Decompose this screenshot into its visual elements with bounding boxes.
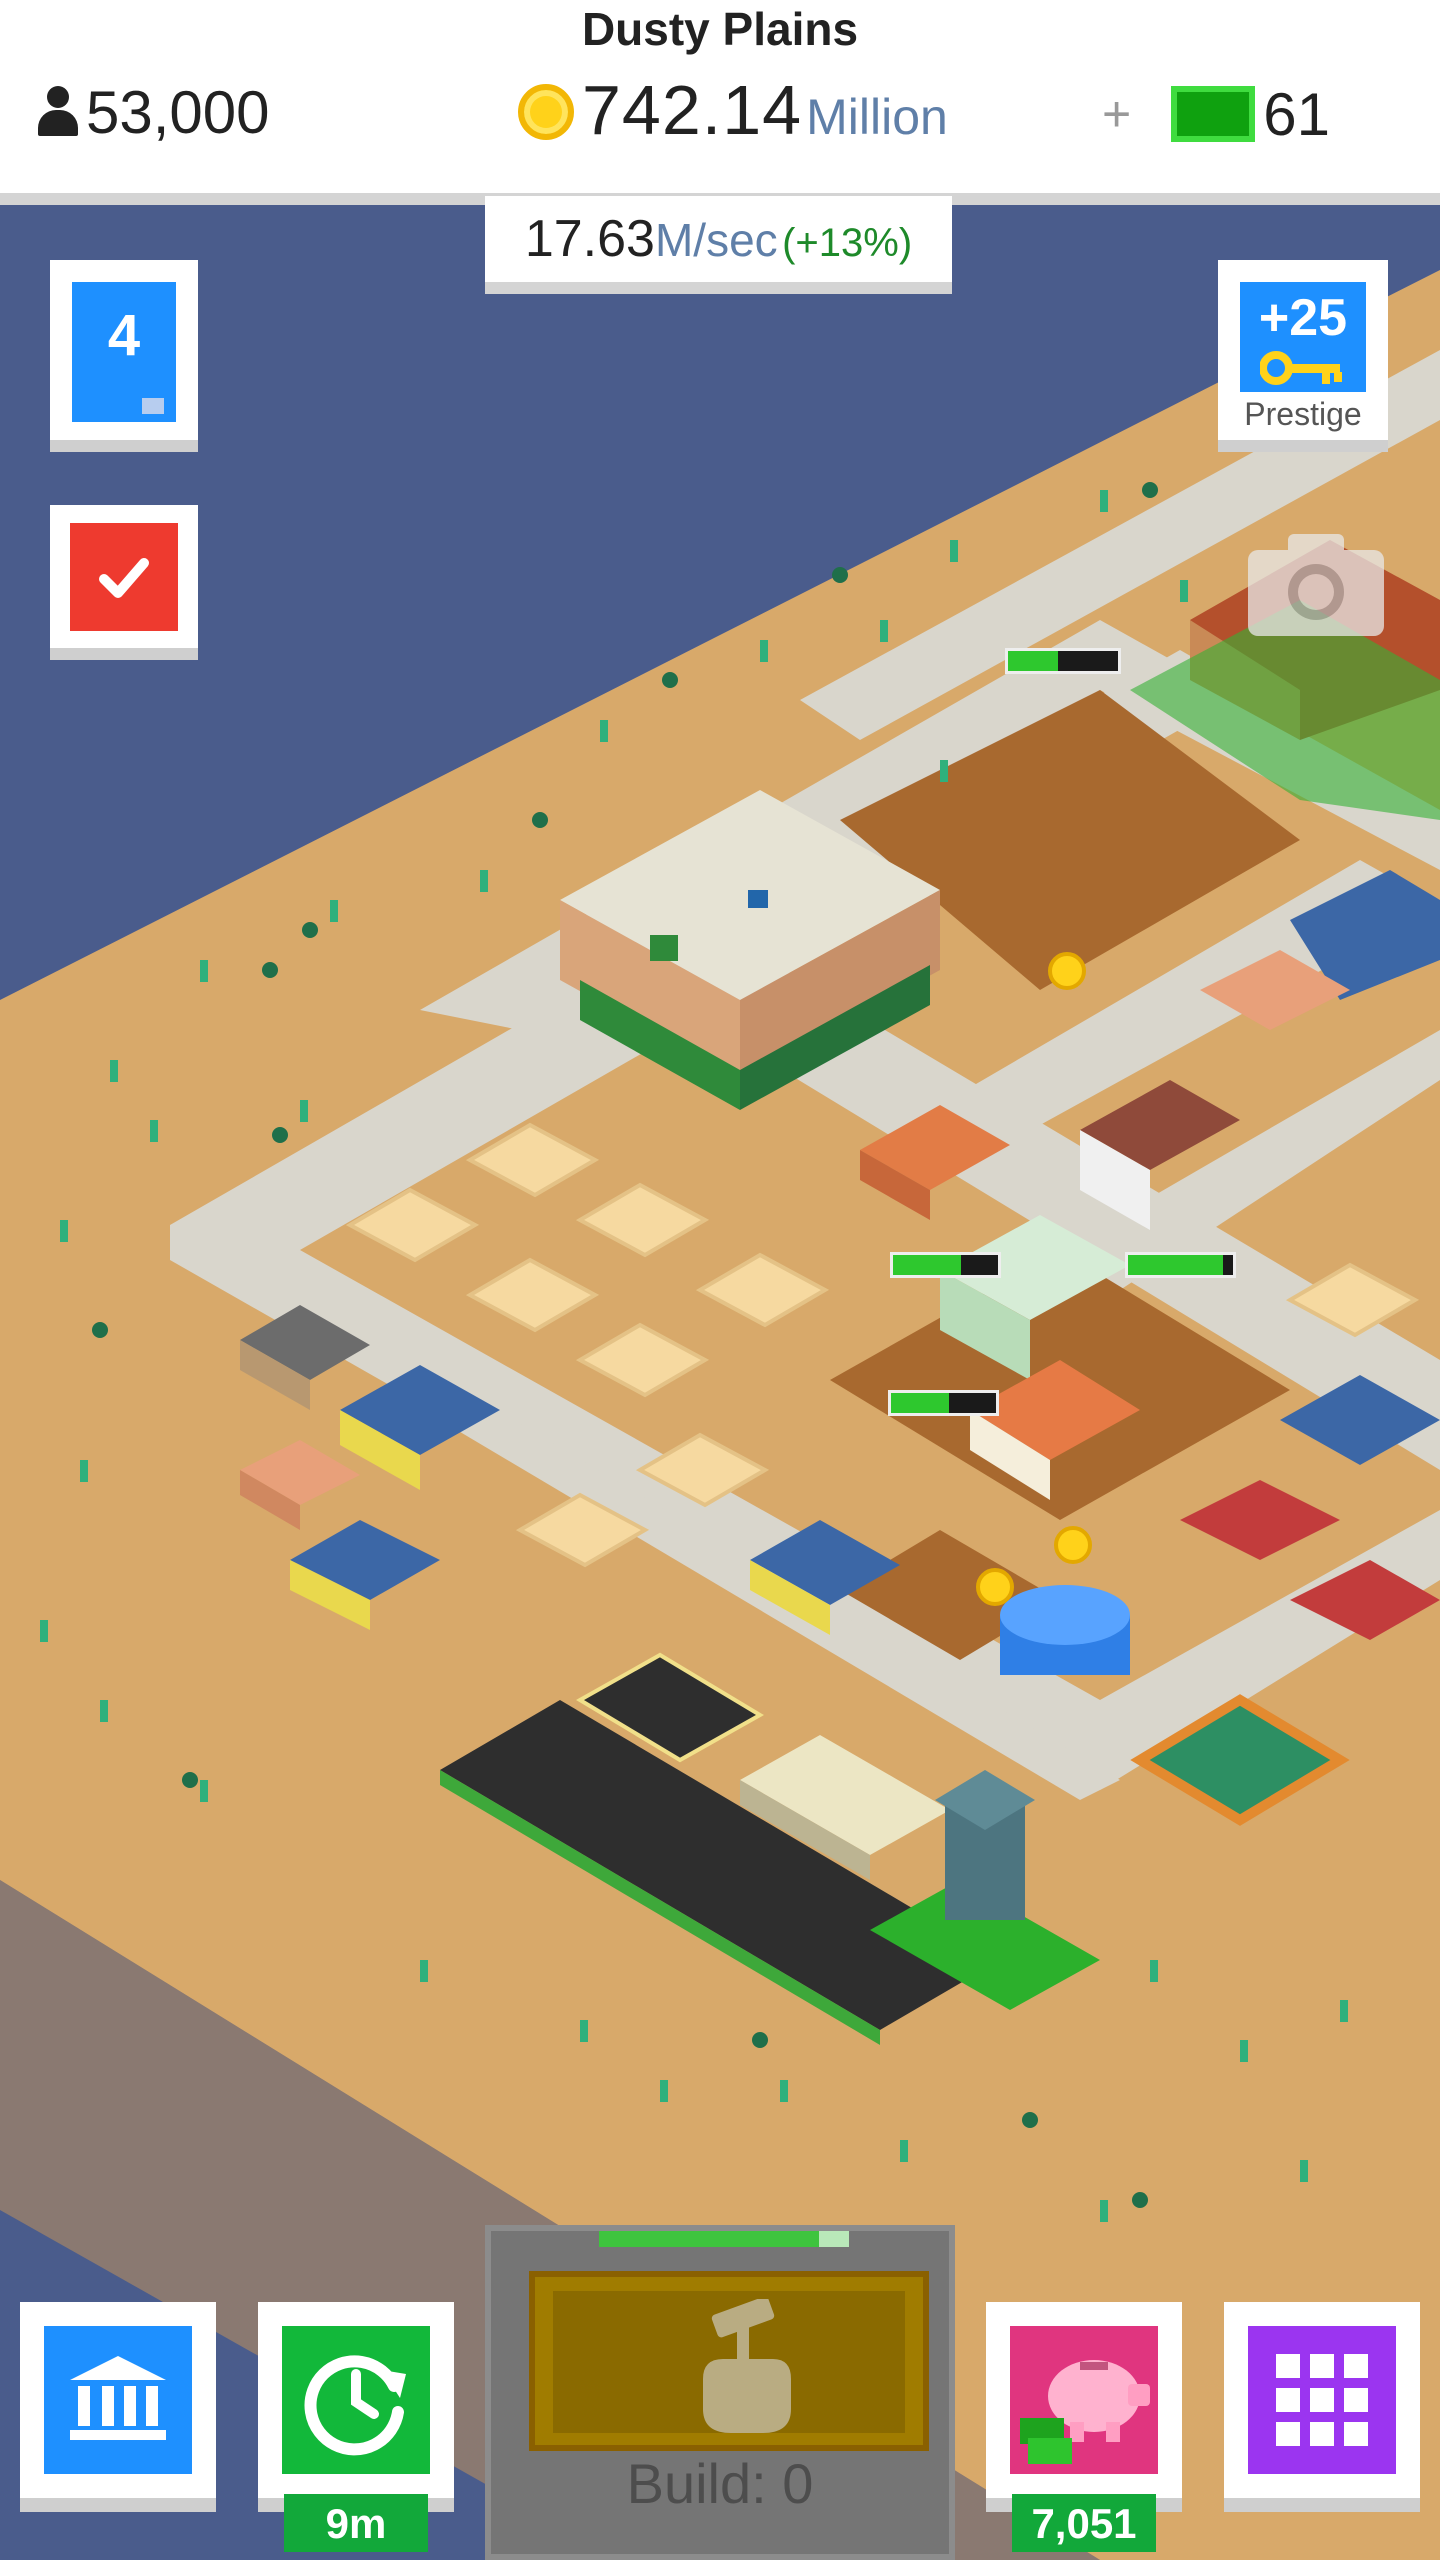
boost-badge bbox=[282, 2326, 430, 2474]
collect-coin[interactable] bbox=[1048, 952, 1086, 990]
rate-unit: M/sec bbox=[654, 214, 778, 266]
tasks-badge bbox=[70, 523, 178, 631]
top-bar: Dusty Plains 53,000 742.14 Million + 61 bbox=[0, 0, 1440, 205]
piggy-bank-button[interactable] bbox=[986, 2302, 1182, 2512]
prestige-label: Prestige bbox=[1244, 396, 1362, 432]
level-progress-fill bbox=[84, 398, 142, 414]
boost-timer: 9m bbox=[284, 2494, 428, 2552]
time-boost-button[interactable] bbox=[258, 2302, 454, 2512]
piggy-bank-icon bbox=[1020, 2360, 1150, 2464]
level-value: 4 bbox=[107, 303, 141, 368]
money-value: 742.14 bbox=[582, 71, 803, 149]
income-rate: 17.63M/sec (+13%) bbox=[485, 196, 952, 294]
grid-menu-icon bbox=[1276, 2354, 1368, 2446]
bank-icon bbox=[70, 2356, 166, 2440]
building-progress-bar bbox=[890, 1252, 1001, 1278]
menu-button[interactable] bbox=[1224, 2302, 1420, 2512]
bank-button[interactable] bbox=[20, 2302, 216, 2512]
building-progress-fill bbox=[893, 1255, 962, 1275]
build-progress-fill bbox=[599, 2231, 819, 2247]
building-progress-fill bbox=[1008, 651, 1058, 671]
add-gems-icon[interactable]: + bbox=[1102, 85, 1131, 143]
collect-coin[interactable] bbox=[1054, 1526, 1092, 1564]
prestige-badge: +25 bbox=[1240, 282, 1366, 392]
building-progress-fill bbox=[1128, 1255, 1223, 1275]
build-panel: Build: 0 bbox=[485, 2225, 955, 2560]
tasks-button[interactable] bbox=[50, 505, 198, 660]
build-label: Build: 0 bbox=[626, 2452, 814, 2515]
checkmark-icon bbox=[99, 558, 149, 598]
water-tower bbox=[1000, 1585, 1130, 1675]
building-progress-bar bbox=[1005, 648, 1121, 674]
build-button-face bbox=[553, 2291, 905, 2433]
building-progress-fill bbox=[891, 1393, 949, 1413]
money-counter: 742.14 Million bbox=[518, 70, 948, 160]
gem-counter[interactable]: + 61 bbox=[1102, 74, 1330, 154]
population-counter: 53,000 bbox=[36, 72, 270, 152]
level-button[interactable]: 4 bbox=[50, 260, 198, 452]
menu-badge bbox=[1248, 2326, 1396, 2474]
prestige-amount: +25 bbox=[1258, 289, 1348, 347]
clock-boost-icon bbox=[304, 2355, 406, 2456]
piggy-badge bbox=[1010, 2326, 1158, 2474]
level-badge: 4 bbox=[72, 282, 176, 422]
prestige-button[interactable]: +25 Prestige bbox=[1218, 260, 1388, 452]
building-progress-bar bbox=[888, 1390, 999, 1416]
building-progress-bar bbox=[1125, 1252, 1236, 1278]
camera-icon[interactable] bbox=[1248, 530, 1384, 636]
piggy-bank-count: 7,051 bbox=[1012, 2494, 1156, 2552]
key-icon bbox=[1260, 351, 1342, 385]
city-name: Dusty Plains bbox=[581, 3, 859, 55]
person-icon bbox=[36, 86, 80, 138]
money-unit: Million bbox=[806, 89, 948, 145]
bank-badge bbox=[44, 2326, 192, 2474]
coin-icon bbox=[518, 84, 574, 140]
rate-value: 17.63 bbox=[524, 210, 655, 268]
level-progress-bar bbox=[84, 398, 164, 414]
collect-coin[interactable] bbox=[976, 1568, 1014, 1606]
build-progress-bar bbox=[599, 2231, 849, 2247]
gem-value: 61 bbox=[1263, 80, 1330, 148]
population-value: 53,000 bbox=[86, 78, 270, 146]
build-button[interactable] bbox=[529, 2271, 929, 2451]
rate-bonus: (+13%) bbox=[782, 221, 913, 265]
cash-icon bbox=[1171, 86, 1256, 142]
hammer-hand-icon bbox=[703, 2299, 791, 2433]
